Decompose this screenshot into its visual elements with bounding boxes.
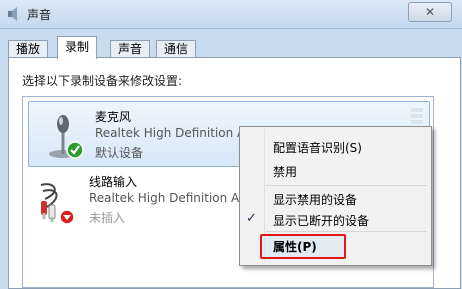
tab-sounds[interactable]: 声音 <box>110 40 151 58</box>
device-name: 线路输入 <box>89 175 138 189</box>
device-status: 默认设备 <box>95 146 144 160</box>
window-title: 声音 <box>27 8 52 22</box>
menu-item-properties[interactable]: 属性(P) <box>273 238 317 255</box>
menu-item-show-disconnected-devices[interactable]: 显示已断开的设备 <box>273 212 369 229</box>
menu-item-configure-speech-recognition[interactable]: 配置语音识别(S) <box>273 139 362 156</box>
menu-item-disable[interactable]: 禁用 <box>273 163 297 180</box>
device-name: 麦克风 <box>95 110 132 124</box>
close-button[interactable]: ✕ <box>408 2 452 22</box>
tab-playback[interactable]: 播放 <box>8 40 49 58</box>
menu-separator <box>266 231 427 232</box>
line-in-cable-icon <box>40 183 75 225</box>
instruction-text: 选择以下录制设备来修改设置: <box>22 74 183 88</box>
tab-communications[interactable]: 通信 <box>156 40 197 58</box>
device-status: 未插入 <box>89 211 126 225</box>
title-bar: 声音 ✕ <box>0 0 462 29</box>
menu-separator <box>266 185 427 186</box>
context-menu: 配置语音识别(S) 禁用 显示禁用的设备 ✓ 显示已断开的设备 属性(P) <box>239 126 432 266</box>
microphone-icon <box>49 115 84 159</box>
checkmark-icon: ✓ <box>246 211 257 226</box>
device-driver: Realtek High Definition Audi <box>89 191 244 205</box>
device-driver: Realtek High Definition Audi <box>95 126 250 140</box>
menu-item-show-disabled-devices[interactable]: 显示禁用的设备 <box>273 191 357 208</box>
tab-strip: 播放 录制 声音 通信 <box>8 36 308 59</box>
tab-recording[interactable]: 录制 <box>57 36 98 59</box>
speaker-icon <box>8 7 17 21</box>
